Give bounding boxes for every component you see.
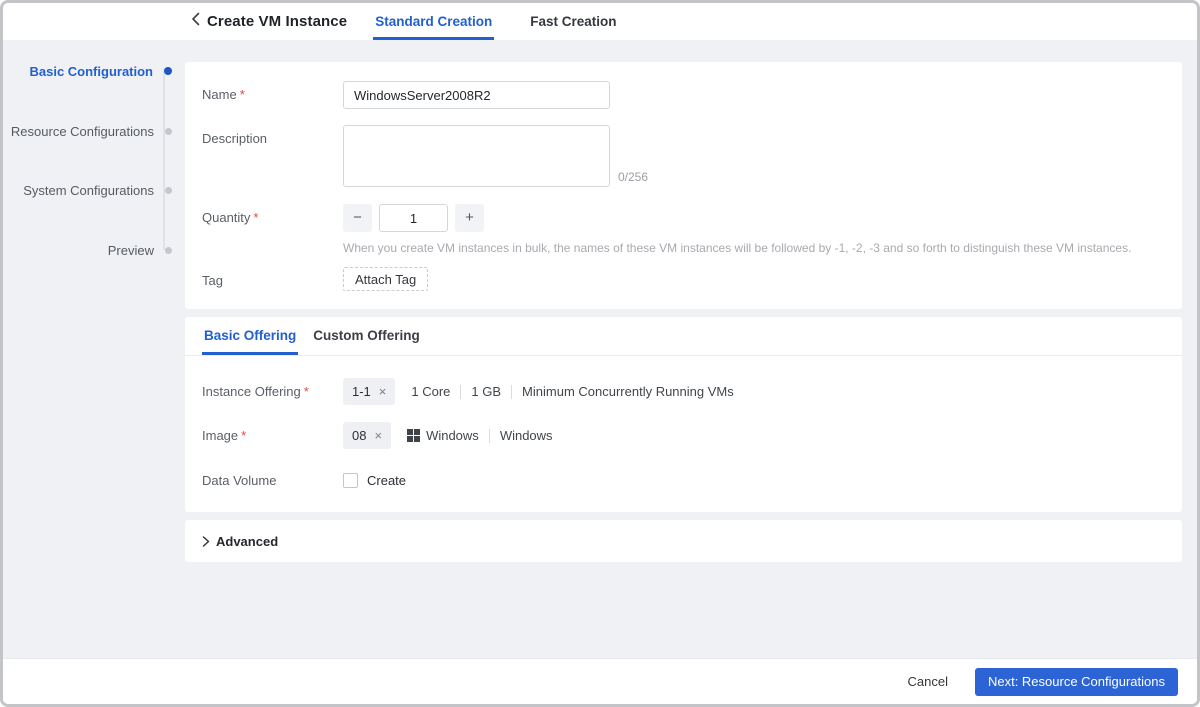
required-mark: * bbox=[303, 384, 309, 399]
divider bbox=[511, 384, 513, 399]
step-label: Preview bbox=[107, 242, 154, 258]
name-label: Name * bbox=[202, 87, 245, 102]
quantity-increase-button[interactable]: + bbox=[455, 204, 484, 232]
next-resource-configurations-button[interactable]: Next: Resource Configurations bbox=[974, 667, 1178, 696]
detail-cores: 1 Core bbox=[411, 384, 451, 399]
create-data-volume-checkbox[interactable] bbox=[343, 473, 358, 488]
description-label: Description bbox=[202, 131, 268, 146]
tag-label: Tag bbox=[202, 273, 223, 288]
instance-offering-chip[interactable]: 1-1 × bbox=[343, 378, 396, 405]
required-mark: * bbox=[253, 210, 259, 225]
required-mark: * bbox=[239, 87, 245, 102]
chip-text: 1-1 bbox=[352, 384, 371, 399]
divider bbox=[488, 428, 490, 443]
chevron-left-icon bbox=[191, 12, 200, 31]
tag-row: Tag Attach Tag bbox=[202, 267, 1165, 291]
image-details: Windows Windows bbox=[407, 422, 553, 449]
quantity-stepper: − + bbox=[343, 204, 1131, 232]
tab-standard-creation[interactable]: Standard Creation bbox=[373, 3, 495, 40]
data-volume-label: Data Volume bbox=[202, 473, 277, 488]
windows-logo-icon bbox=[407, 429, 421, 442]
advanced-toggle[interactable]: Advanced bbox=[185, 520, 1182, 562]
step-dot bbox=[165, 246, 172, 254]
step-resource-configurations[interactable]: Resource Configurations bbox=[3, 121, 185, 141]
advanced-label: Advanced bbox=[216, 533, 279, 549]
step-connector-line bbox=[163, 71, 165, 250]
name-input[interactable] bbox=[343, 81, 610, 109]
name-row: Name * bbox=[202, 81, 1165, 109]
description-row: Description 0/256 bbox=[202, 125, 1165, 187]
required-mark: * bbox=[241, 428, 247, 443]
tab-basic-offering[interactable]: Basic Offering bbox=[202, 317, 299, 355]
step-dot bbox=[165, 127, 172, 135]
basic-config-card: Name* Description 0/256 Quantity* − + Wh… bbox=[185, 62, 1182, 309]
step-dot bbox=[165, 186, 172, 194]
creation-mode-tabs: Standard Creation Fast Creation bbox=[373, 3, 652, 40]
quantity-input[interactable] bbox=[379, 204, 448, 232]
image-chip[interactable]: 08 × bbox=[343, 422, 392, 449]
quantity-help-text: When you create VM instances in bulk, th… bbox=[343, 241, 1132, 255]
chip-text: 08 bbox=[352, 428, 367, 443]
tab-fast-creation[interactable]: Fast Creation bbox=[528, 3, 618, 40]
step-system-configurations[interactable]: System Configurations bbox=[3, 180, 185, 200]
char-counter: 0/256 bbox=[618, 170, 649, 184]
quantity-row: Quantity* − + When you create VM instanc… bbox=[202, 204, 1165, 255]
instance-offering-row: Instance Offering * 1-1 × 1 Core 1 GB Min… bbox=[202, 378, 1165, 405]
quantity-control: − + When you create VM instances in bulk… bbox=[343, 204, 1131, 255]
attach-tag-button[interactable]: Attach Tag bbox=[343, 267, 429, 291]
tab-custom-offering[interactable]: Custom Offering bbox=[311, 317, 422, 355]
data-volume-row: Data Volume Create bbox=[202, 467, 1165, 488]
detail-memory: 1 GB bbox=[471, 384, 502, 399]
cancel-button[interactable]: Cancel bbox=[908, 674, 948, 689]
create-checkbox-label: Create bbox=[367, 473, 407, 488]
detail-platform: Windows bbox=[499, 428, 553, 443]
offering-tabs: Basic Offering Custom Offering bbox=[185, 317, 1182, 356]
page-header: Create VM Instance Standard Creation Fas… bbox=[3, 3, 1197, 40]
back-button[interactable] bbox=[185, 3, 205, 40]
quantity-label: Quantity * bbox=[202, 210, 259, 225]
chip-close-icon[interactable]: × bbox=[374, 429, 382, 442]
step-preview[interactable]: Preview bbox=[3, 240, 185, 260]
instance-offering-label: Instance Offering * bbox=[202, 384, 309, 399]
footer-bar: Cancel Next: Resource Configurations bbox=[3, 658, 1197, 704]
offering-card: Basic Offering Custom Offering Instance … bbox=[185, 317, 1182, 512]
divider bbox=[460, 384, 462, 399]
page-title: Create VM Instance bbox=[207, 13, 348, 30]
step-label: Basic Configuration bbox=[29, 63, 153, 79]
step-dot bbox=[164, 67, 172, 75]
main-content: Name* Description 0/256 Quantity* − + Wh… bbox=[185, 40, 1182, 658]
chip-close-icon[interactable]: × bbox=[379, 385, 387, 398]
detail-os-type: Windows bbox=[426, 428, 479, 443]
image-label: Image * bbox=[202, 428, 247, 443]
step-basic-configuration[interactable]: Basic Configuration bbox=[3, 61, 185, 81]
create-vm-window: Create VM Instance Standard Creation Fas… bbox=[0, 0, 1200, 707]
description-input[interactable] bbox=[343, 125, 610, 187]
detail-policy: Minimum Concurrently Running VMs bbox=[522, 384, 734, 399]
quantity-decrease-button[interactable]: − bbox=[343, 204, 372, 232]
step-nav: Basic Configuration Resource Configurati… bbox=[3, 40, 185, 658]
chevron-right-icon bbox=[202, 535, 210, 547]
instance-offering-details: 1 Core 1 GB Minimum Concurrently Running… bbox=[411, 378, 733, 405]
image-row: Image * 08 × Windows Windows bbox=[202, 422, 1165, 449]
step-label: Resource Configurations bbox=[10, 123, 154, 139]
step-label: System Configurations bbox=[23, 182, 154, 198]
